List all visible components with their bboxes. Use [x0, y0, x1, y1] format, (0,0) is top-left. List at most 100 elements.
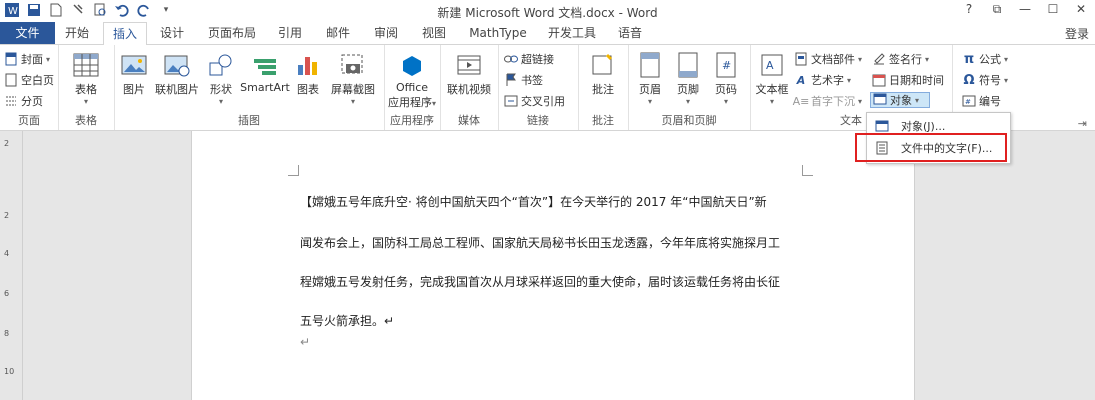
cross-reference-icon	[504, 94, 518, 108]
calendar-icon	[872, 73, 886, 87]
page-number-icon: #	[712, 51, 740, 79]
shapes-icon	[207, 51, 235, 79]
svg-text:#: #	[965, 98, 971, 106]
hyperlink-button[interactable]: 超链接	[504, 51, 554, 67]
tab-page-layout[interactable]: 页面布局	[200, 22, 264, 44]
comment-icon	[589, 51, 617, 79]
equation-button[interactable]: π 公式 ▾	[962, 51, 1008, 67]
tab-file[interactable]: 文件	[0, 22, 55, 44]
group-pages-label: 页面	[18, 114, 40, 127]
drop-cap-icon: A≡	[792, 94, 810, 108]
cross-reference-button[interactable]: 交叉引用	[504, 93, 565, 109]
login-link[interactable]: 登录	[1065, 25, 1089, 42]
tab-speech[interactable]: 语音	[608, 22, 652, 44]
svg-text:#: #	[722, 59, 731, 72]
cover-page-button[interactable]: 封面 ▾	[4, 51, 50, 67]
group-comments: 批注 批注	[578, 45, 629, 130]
drop-cap-button[interactable]: A≡ 首字下沉 ▾	[792, 93, 862, 109]
tab-mathtype[interactable]: MathType	[460, 22, 536, 44]
maximize-button[interactable]: ☐	[1045, 2, 1061, 17]
picture-button[interactable]: 图片	[116, 51, 152, 97]
window-controls: ? ⧉ — ☐ ✕	[961, 2, 1089, 17]
page-number-button[interactable]: # 页码 ▾	[708, 51, 744, 106]
blank-page-button[interactable]: 空白页	[4, 72, 54, 88]
group-tables: 表格 ▾ 表格	[58, 45, 115, 130]
tab-view[interactable]: 视图	[412, 22, 456, 44]
online-video-icon	[455, 51, 483, 79]
date-time-button[interactable]: 日期和时间	[872, 72, 944, 88]
symbol-button[interactable]: Ω 符号 ▾	[962, 72, 1008, 88]
chart-button[interactable]: 图表	[292, 51, 324, 97]
group-header-footer: 页眉 ▾ 页脚 ▾ # 页码 ▾ 页眉和页脚	[628, 45, 751, 130]
numbering-icon: #	[962, 94, 976, 108]
chart-icon	[294, 51, 322, 79]
table-icon	[72, 51, 100, 79]
office-store-icon	[398, 51, 426, 79]
cover-page-icon	[4, 52, 18, 66]
picture-icon	[120, 51, 148, 79]
collapse-ribbon-icon[interactable]: ⇥	[1078, 117, 1087, 130]
group-links: 超链接 书签 交叉引用 链接	[498, 45, 579, 130]
screenshot-icon	[339, 51, 367, 79]
title-bar: W ▾ 新建 Microsoft Word 文档.docx - Word ? ⧉…	[0, 0, 1095, 22]
header-button[interactable]: 页眉 ▾	[632, 51, 668, 106]
screenshot-button[interactable]: 屏幕截图 ▾	[326, 51, 380, 106]
group-links-label: 链接	[527, 114, 549, 127]
group-comments-label: 批注	[592, 114, 614, 127]
document-line: 【嫦娥五号年底升空· 将创中国航天四个“首次”】在今天举行的 2017 年“中国…	[300, 195, 767, 209]
document-line: 五号火箭承担。↵	[300, 314, 395, 328]
signature-icon	[872, 52, 886, 66]
smartart-button[interactable]: SmartArt	[240, 51, 290, 94]
tab-mailings[interactable]: 邮件	[316, 22, 360, 44]
link-icon	[504, 52, 518, 66]
document-line: 闻发布会上，国防科工局总工程师、国家航天局秘书长田玉龙透露，今年年底将实施探月工	[300, 236, 781, 250]
page-break-icon	[4, 94, 18, 108]
margin-corner-top-right	[802, 165, 813, 176]
object-button[interactable]: 对象 ▾	[870, 92, 930, 108]
document-page[interactable]: 【嫦娥五号年底升空· 将创中国航天四个“首次”】在今天举行的 2017 年“中国…	[191, 131, 915, 400]
group-illustrations-label: 插图	[238, 114, 260, 127]
bookmark-button[interactable]: 书签	[504, 72, 543, 88]
online-picture-icon	[163, 51, 191, 79]
group-illustrations: 图片 联机图片 形状 ▾ SmartArt 图表 屏幕截图 ▾ 插图	[114, 45, 385, 130]
signature-line-button[interactable]: 签名行 ▾	[872, 51, 929, 67]
numbering-button[interactable]: # 编号	[962, 93, 1001, 109]
document-line: 程嫦娥五号发射任务，完成我国首次从月球采样返回的重大使命，届时该运载任务将由长征	[300, 275, 781, 289]
svg-text:A: A	[766, 59, 774, 72]
quick-parts-button[interactable]: 文档部件 ▾	[794, 51, 862, 67]
wordart-button[interactable]: A 艺术字 ▾	[794, 72, 851, 88]
tab-review[interactable]: 审阅	[364, 22, 408, 44]
ribbon-tabs: 文件 开始 插入 设计 页面布局 引用 邮件 审阅 视图 MathType 开发…	[0, 22, 1095, 46]
tab-references[interactable]: 引用	[268, 22, 312, 44]
page-break-button[interactable]: 分页	[4, 93, 43, 109]
blank-page-icon	[4, 73, 18, 87]
online-video-button[interactable]: 联机视频	[444, 51, 494, 97]
textbox-button[interactable]: A 文本框 ▾	[752, 51, 792, 106]
tab-home[interactable]: 开始	[55, 22, 99, 44]
object-icon	[875, 119, 889, 133]
tab-insert[interactable]: 插入	[103, 22, 147, 46]
vertical-ruler: 2 2 4 6 8 10	[0, 131, 23, 400]
quick-parts-icon	[794, 52, 808, 66]
wordart-icon: A	[796, 73, 806, 87]
textbox-icon: A	[758, 51, 786, 79]
close-button[interactable]: ✕	[1073, 2, 1089, 17]
comment-button[interactable]: 批注	[584, 51, 622, 97]
ribbon-display-button[interactable]: ⧉	[989, 2, 1005, 17]
omega-icon: Ω	[963, 72, 975, 88]
group-apps-label: 应用程序	[390, 114, 434, 127]
shapes-button[interactable]: 形状 ▾	[204, 51, 238, 106]
minimize-button[interactable]: —	[1017, 2, 1033, 17]
footer-button[interactable]: 页脚 ▾	[670, 51, 706, 106]
online-picture-button[interactable]: 联机图片	[152, 51, 202, 97]
group-header-footer-label: 页眉和页脚	[661, 114, 717, 127]
table-button[interactable]: 表格 ▾	[68, 51, 104, 106]
office-apps-button[interactable]: Office 应用程序▾	[386, 51, 438, 110]
document-line: ↵	[300, 335, 311, 349]
help-button[interactable]: ?	[961, 2, 977, 17]
tab-design[interactable]: 设计	[150, 22, 194, 44]
object-dropdown-icon: ▾	[915, 95, 920, 105]
tab-developer[interactable]: 开发工具	[540, 22, 604, 44]
object-icon	[873, 93, 887, 108]
group-pages: 封面 ▾ 空白页 分页 页面	[0, 45, 59, 130]
